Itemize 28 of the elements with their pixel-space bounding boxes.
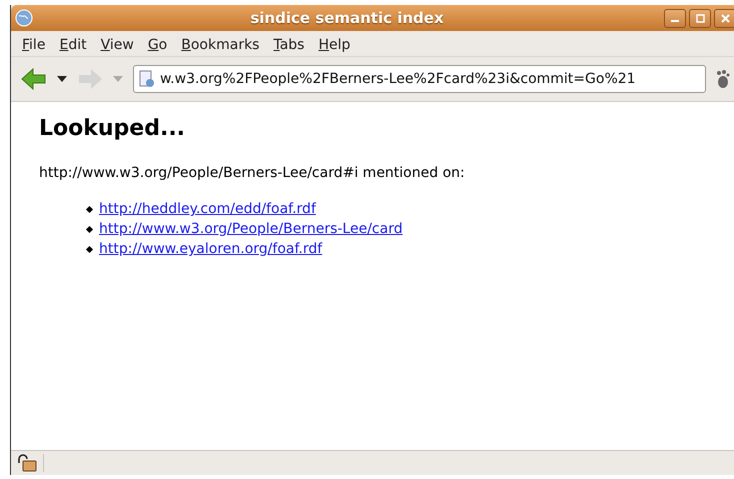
menu-item[interactable]: Tabs xyxy=(266,37,312,53)
bullet-icon xyxy=(86,225,94,233)
back-arrow-icon[interactable] xyxy=(21,68,47,90)
footprint-icon[interactable] xyxy=(716,69,730,89)
padlock-icon xyxy=(17,454,37,472)
close-icon xyxy=(720,14,730,22)
menu-item[interactable]: Bookmarks xyxy=(174,37,266,53)
menu-item[interactable]: Go xyxy=(140,37,174,53)
menu-item[interactable]: View xyxy=(94,37,141,53)
menu-item[interactable]: File xyxy=(15,37,52,53)
address-field[interactable]: w.w3.org%2FPeople%2FBerners-Lee%2Fcard%23i&commit=Go%21 xyxy=(133,65,706,93)
link[interactable]: http://www.w3.org/People/Berners-Lee/card xyxy=(99,219,403,239)
bullet-icon xyxy=(86,205,94,213)
page-heading: Lookuped... xyxy=(39,116,186,141)
globe-icon xyxy=(15,9,33,27)
menu-item[interactable]: Help xyxy=(311,37,358,53)
maximize-button[interactable] xyxy=(689,8,711,28)
link[interactable]: http://heddley.com/edd/foaf.rdf xyxy=(99,199,316,219)
caret-icon[interactable] xyxy=(57,76,67,82)
minimize-button[interactable] xyxy=(664,8,686,28)
close-button[interactable] xyxy=(714,8,734,28)
page-icon xyxy=(138,70,156,88)
bullet-icon xyxy=(86,245,94,253)
link[interactable]: http://www.eyaloren.org/foaf.rdf xyxy=(99,239,322,259)
lookup-text: http://www.w3.org/People/Berners-Lee/card#i mentioned on: xyxy=(39,165,466,181)
menu-item[interactable]: Edit xyxy=(52,37,94,53)
maximize-icon xyxy=(696,14,704,22)
window-title: sindice semantic index xyxy=(249,9,445,27)
